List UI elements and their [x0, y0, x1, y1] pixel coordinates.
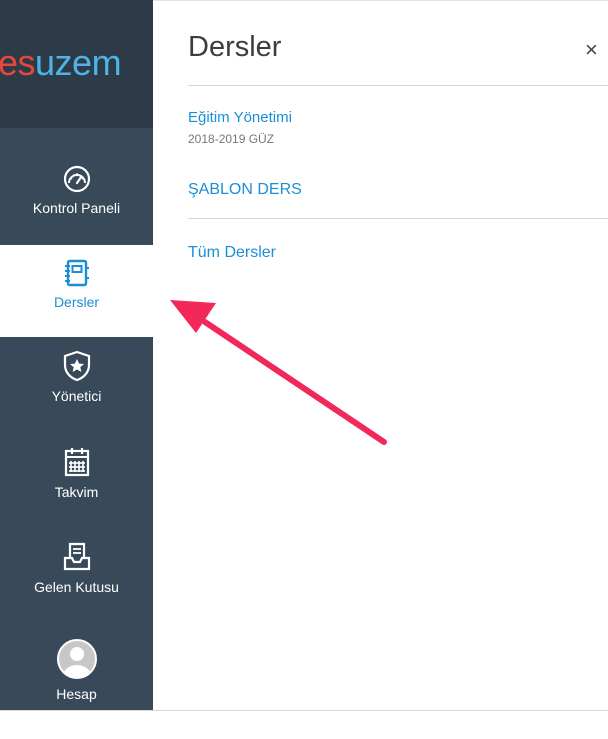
annotation-arrow	[170, 300, 387, 445]
app: esuzem Kontrol Paneli Dersler Yönetici T…	[0, 0, 608, 739]
